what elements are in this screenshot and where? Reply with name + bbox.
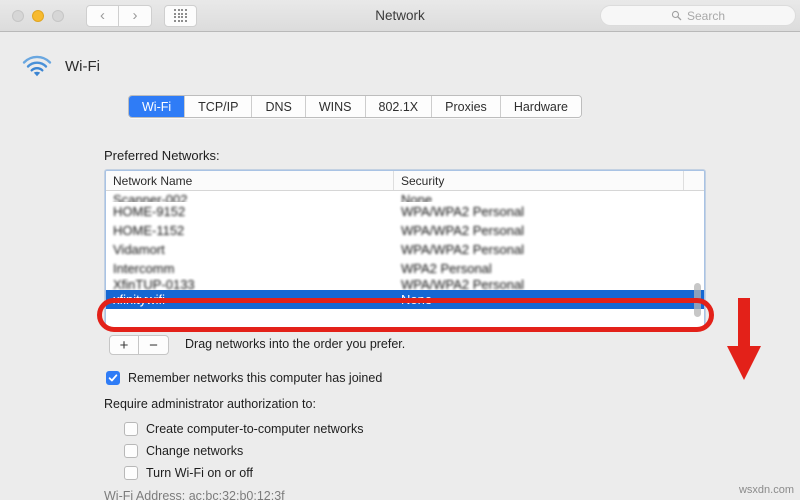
create-networks-checkbox[interactable] xyxy=(124,422,138,436)
change-networks-checkbox[interactable] xyxy=(124,444,138,458)
service-name: Wi-Fi xyxy=(65,57,100,75)
tab-tcpip[interactable]: TCP/IP xyxy=(185,96,253,117)
tab-wifi[interactable]: Wi-Fi xyxy=(129,96,186,117)
remember-networks-row[interactable]: Remember networks this computer has join… xyxy=(106,371,382,385)
vertical-scrollbar-thumb[interactable] xyxy=(694,283,701,317)
admin-option-create-networks[interactable]: Create computer-to-computer networks xyxy=(124,422,363,436)
preferred-networks-table[interactable]: Network Name Security Scanner-002 None H… xyxy=(105,170,705,328)
cell-security: WPA/WPA2 Personal xyxy=(401,278,525,290)
column-header-network-name[interactable]: Network Name xyxy=(106,171,394,190)
tab-hardware[interactable]: Hardware xyxy=(500,96,581,117)
admin-option-turn-wifi[interactable]: Turn Wi-Fi on or off xyxy=(124,466,253,480)
cell-security: WPA/WPA2 Personal xyxy=(401,242,525,257)
cell-security: None xyxy=(401,292,433,307)
list-controls: + − xyxy=(109,335,169,355)
cell-security: WPA/WPA2 Personal xyxy=(401,204,525,219)
search-placeholder: Search xyxy=(686,8,726,23)
checkmark-icon xyxy=(108,374,118,382)
tab-proxies[interactable]: Proxies xyxy=(432,96,501,117)
remember-networks-checkbox[interactable] xyxy=(106,371,120,385)
turn-wifi-checkbox[interactable] xyxy=(124,466,138,480)
require-admin-label: Require administrator authorization to: xyxy=(104,397,316,411)
service-header: Wi-Fi xyxy=(22,54,100,78)
cell-network-name: xfinitywifi xyxy=(113,292,166,307)
tab-8021x[interactable]: 802.1X xyxy=(365,96,433,117)
table-row[interactable]: Vidamort WPA/WPA2 Personal xyxy=(106,240,704,259)
watermark: wsxdn.com xyxy=(738,484,794,496)
cell-network-name: Vidamort xyxy=(113,242,165,257)
tab-wins[interactable]: WINS xyxy=(305,96,366,117)
remove-network-button[interactable]: − xyxy=(139,335,169,355)
table-row-selected[interactable]: xfinitywifi None xyxy=(106,290,704,309)
add-network-button[interactable]: + xyxy=(109,335,139,355)
cell-network-name: HOME-9152 xyxy=(113,204,186,219)
column-header-security[interactable]: Security xyxy=(394,171,684,190)
table-row[interactable]: HOME-9152 WPA/WPA2 Personal xyxy=(106,202,704,221)
cell-security: None xyxy=(401,192,433,202)
remember-networks-label: Remember networks this computer has join… xyxy=(128,371,383,385)
preferred-networks-label: Preferred Networks: xyxy=(104,148,220,163)
annotation-down-arrow xyxy=(727,298,761,380)
cell-network-name: XfinTUP-0133 xyxy=(113,278,195,290)
cell-network-name: Scanner-002 xyxy=(113,192,188,202)
tab-bar: Wi-Fi TCP/IP DNS WINS 802.1X Proxies Har… xyxy=(128,95,582,118)
cell-security: WPA/WPA2 Personal xyxy=(401,223,525,238)
cell-network-name: HOME-1152 xyxy=(113,223,185,238)
tab-dns[interactable]: DNS xyxy=(252,96,306,117)
change-networks-label: Change networks xyxy=(146,444,244,458)
wifi-address-text: Wi-Fi Address: ac:bc:32:b0:12:3f xyxy=(104,489,285,500)
network-preferences-window: ‹ › Network Search Wi-Fi Wi-Fi TCP/IP DN… xyxy=(0,0,800,500)
window-titlebar: ‹ › Network Search xyxy=(0,0,800,32)
create-networks-label: Create computer-to-computer networks xyxy=(146,422,364,436)
table-row[interactable]: Scanner-002 None xyxy=(106,191,704,202)
table-header-row: Network Name Security xyxy=(106,171,704,191)
table-row[interactable]: XfinTUP-0133 WPA/WPA2 Personal xyxy=(106,278,704,290)
search-field[interactable]: Search xyxy=(600,5,796,26)
table-body: Scanner-002 None HOME-9152 WPA/WPA2 Pers… xyxy=(106,191,704,309)
admin-option-change-networks[interactable]: Change networks xyxy=(124,444,243,458)
turn-wifi-label: Turn Wi-Fi on or off xyxy=(146,466,253,480)
table-row[interactable]: HOME-1152 WPA/WPA2 Personal xyxy=(106,221,704,240)
cell-security: WPA2 Personal xyxy=(401,261,492,276)
wifi-icon xyxy=(22,55,52,77)
column-header-spacer xyxy=(684,171,704,190)
search-icon xyxy=(671,10,682,21)
drag-hint-text: Drag networks into the order you prefer. xyxy=(185,337,406,351)
cell-network-name: Intercomm xyxy=(113,261,175,276)
table-row[interactable]: Intercomm WPA2 Personal xyxy=(106,259,704,278)
